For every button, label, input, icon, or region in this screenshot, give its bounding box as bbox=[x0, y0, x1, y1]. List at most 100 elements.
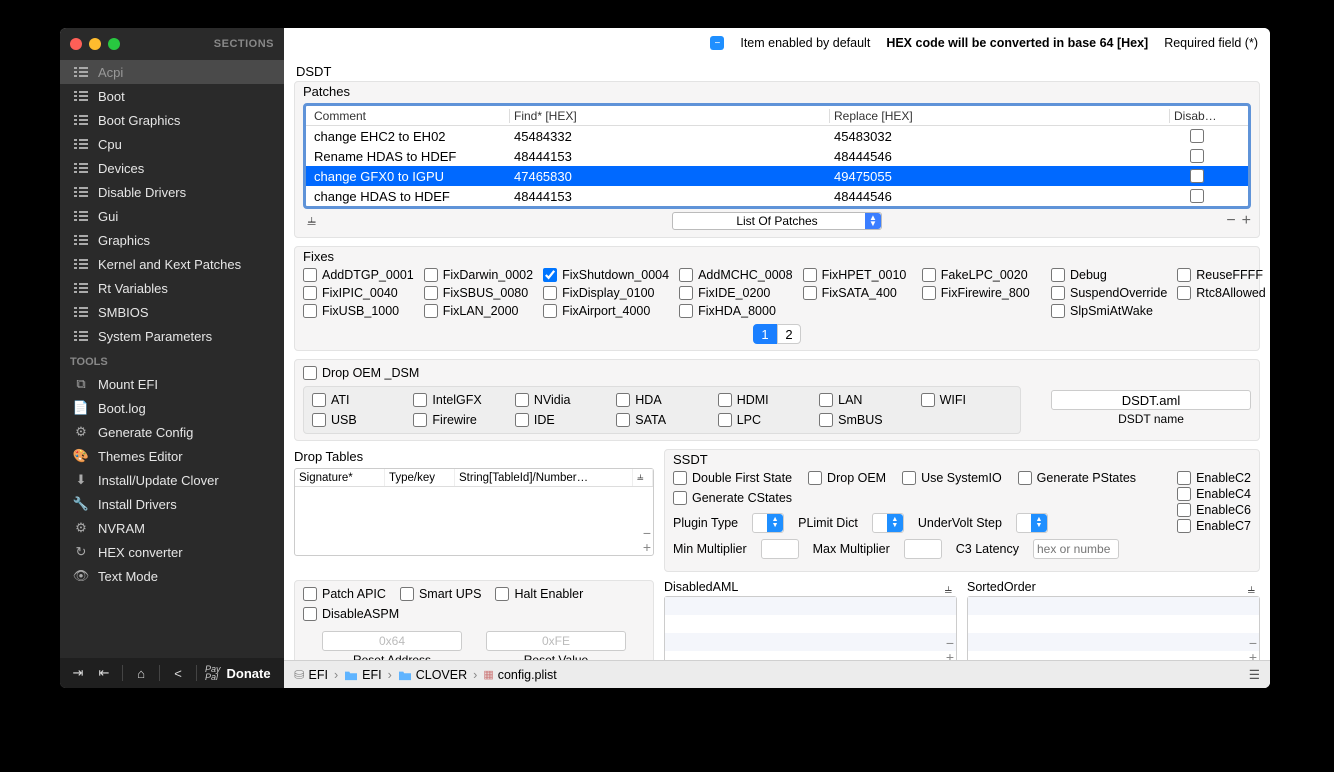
fix-wifi[interactable]: WIFI bbox=[921, 393, 1012, 407]
sidebar-item-kernel-and-kext-patches[interactable]: Kernel and Kext Patches bbox=[60, 252, 284, 276]
dt-remove-button[interactable]: − bbox=[643, 525, 651, 539]
dt-col-sig[interactable]: Signature* bbox=[295, 469, 385, 486]
fix-fixdisplay-0100[interactable]: FixDisplay_0100 bbox=[543, 286, 669, 300]
patch-row[interactable]: change HDAS to HDEF4844415348444546 bbox=[306, 186, 1248, 206]
fix-fakelpc-0020[interactable]: FakeLPC_0020 bbox=[922, 268, 1031, 282]
breadcrumb-file[interactable]: ▦ config.plist bbox=[483, 668, 556, 682]
fix-drop-oem[interactable]: Drop OEM bbox=[808, 471, 886, 485]
fix-fixusb-1000[interactable]: FixUSB_1000 bbox=[303, 304, 414, 318]
dt-col-str[interactable]: String[TableId]/Number… bbox=[455, 469, 633, 486]
patch-row[interactable]: Rename HDAS to HDEF4844415348444546 bbox=[306, 146, 1248, 166]
fix-fixshutdown-0004[interactable]: FixShutdown_0004 bbox=[543, 268, 669, 282]
fix-generate-pstates[interactable]: Generate PStates bbox=[1018, 471, 1136, 485]
home-icon[interactable]: ⌂ bbox=[131, 666, 151, 681]
reset-address-input[interactable] bbox=[322, 631, 462, 651]
fix-fixlan-2000[interactable]: FixLAN_2000 bbox=[424, 304, 533, 318]
fix-disableaspm[interactable]: DisableASPM bbox=[303, 607, 399, 621]
undervolt-select[interactable]: ▲▼ bbox=[1016, 513, 1048, 533]
sidebar-item-disable-drivers[interactable]: Disable Drivers bbox=[60, 180, 284, 204]
fix-fixipic-0040[interactable]: FixIPIC_0040 bbox=[303, 286, 414, 300]
share-icon[interactable]: < bbox=[168, 666, 188, 681]
sidebar-item-gui[interactable]: Gui bbox=[60, 204, 284, 228]
fix-ide[interactable]: IDE bbox=[515, 413, 606, 427]
fix-fixsbus-0080[interactable]: FixSBUS_0080 bbox=[424, 286, 533, 300]
col-replace[interactable]: Replace [HEX] bbox=[830, 109, 1170, 123]
sidebar-item-graphics[interactable]: Graphics bbox=[60, 228, 284, 252]
tool-item-nvram[interactable]: ⚙NVRAM bbox=[60, 516, 284, 540]
fix-smbus[interactable]: SmBUS bbox=[819, 413, 910, 427]
fix-halt-enabler[interactable]: Halt Enabler bbox=[495, 587, 583, 601]
fix-fixsata-400[interactable]: FixSATA_400 bbox=[803, 286, 912, 300]
c3-input[interactable] bbox=[1033, 539, 1119, 559]
fix-suspendoverride[interactable]: SuspendOverride bbox=[1051, 286, 1167, 300]
dsdt-name-input[interactable] bbox=[1051, 390, 1251, 410]
tool-item-install-update-clover[interactable]: ⬇Install/Update Clover bbox=[60, 468, 284, 492]
tool-item-install-drivers[interactable]: 🔧Install Drivers bbox=[60, 492, 284, 516]
fix-sata[interactable]: SATA bbox=[616, 413, 707, 427]
breadcrumb-folder-efi[interactable]: EFI bbox=[344, 668, 381, 682]
sidebar-item-acpi[interactable]: Acpi bbox=[60, 60, 284, 84]
add-row-button[interactable]: + bbox=[1242, 212, 1251, 230]
resize-icon[interactable]: ⫨ bbox=[1248, 581, 1255, 597]
fix-ati[interactable]: ATI bbox=[312, 393, 403, 407]
fix-smart-ups[interactable]: Smart UPS bbox=[400, 587, 482, 601]
max-mult-input[interactable] bbox=[904, 539, 942, 559]
list-view-icon[interactable]: ☰ bbox=[1249, 667, 1260, 682]
resize-icon[interactable]: ⫨ bbox=[303, 212, 320, 230]
remove-row-button[interactable]: − bbox=[1226, 212, 1235, 230]
fix-firewire[interactable]: Firewire bbox=[413, 413, 504, 427]
disabled-aml-list[interactable]: ⫨ − + bbox=[664, 596, 957, 660]
daml-remove-button[interactable]: − bbox=[946, 635, 954, 649]
sorted-order-list[interactable]: ⫨ − + bbox=[967, 596, 1260, 660]
fix-lpc[interactable]: LPC bbox=[718, 413, 809, 427]
fix-lan[interactable]: LAN bbox=[819, 393, 910, 407]
plimit-select[interactable]: ▲▼ bbox=[872, 513, 904, 533]
patch-disabled-checkbox[interactable] bbox=[1190, 189, 1204, 203]
tool-item-generate-config[interactable]: ⚙Generate Config bbox=[60, 420, 284, 444]
so-add-button[interactable]: + bbox=[1249, 649, 1257, 660]
patch-disabled-checkbox[interactable] bbox=[1190, 169, 1204, 183]
tool-item-boot-log[interactable]: 📄Boot.log bbox=[60, 396, 284, 420]
fix-fixhpet-0010[interactable]: FixHPET_0010 bbox=[803, 268, 912, 282]
fix-hda[interactable]: HDA bbox=[616, 393, 707, 407]
drop-tables-list[interactable]: Signature* Type/key String[TableId]/Numb… bbox=[294, 468, 654, 556]
donate-button[interactable]: Donate bbox=[227, 666, 271, 681]
sidebar-item-boot-graphics[interactable]: Boot Graphics bbox=[60, 108, 284, 132]
col-comment[interactable]: Comment bbox=[310, 109, 510, 123]
page-1-button[interactable]: 1 bbox=[753, 324, 777, 344]
fix-fixdarwin-0002[interactable]: FixDarwin_0002 bbox=[424, 268, 533, 282]
fix-usb[interactable]: USB bbox=[312, 413, 403, 427]
fix-debug[interactable]: Debug bbox=[1051, 268, 1167, 282]
fix-enablec2[interactable]: EnableC2 bbox=[1177, 471, 1251, 485]
fix-fixide-0200[interactable]: FixIDE_0200 bbox=[679, 286, 793, 300]
patch-row[interactable]: change GFX0 to IGPU4746583049475055 bbox=[306, 166, 1248, 186]
dt-add-button[interactable]: + bbox=[643, 539, 651, 553]
fix-intelgfx[interactable]: IntelGFX bbox=[413, 393, 504, 407]
fix-rtc8allowed[interactable]: Rtc8Allowed bbox=[1177, 286, 1265, 300]
maximize-window-button[interactable] bbox=[108, 38, 120, 50]
import-icon[interactable]: ⇥ bbox=[68, 665, 88, 681]
fix-fixfirewire-800[interactable]: FixFirewire_800 bbox=[922, 286, 1031, 300]
tool-item-text-mode[interactable]: 👁Text Mode bbox=[60, 564, 284, 588]
drop-oem-dsm-checkbox[interactable]: Drop OEM _DSM bbox=[303, 366, 1021, 380]
fix-slpsmiatwake[interactable]: SlpSmiAtWake bbox=[1051, 304, 1167, 318]
list-of-patches-dropdown[interactable]: List Of Patches ▲▼ bbox=[672, 212, 882, 230]
fix-reuseffff[interactable]: ReuseFFFF bbox=[1177, 268, 1265, 282]
plugin-type-select[interactable]: ▲▼ bbox=[752, 513, 784, 533]
min-mult-input[interactable] bbox=[761, 539, 799, 559]
fix-use-systemio[interactable]: Use SystemIO bbox=[902, 471, 1002, 485]
patch-row[interactable]: change EHC2 to EH024548433245483032 bbox=[306, 126, 1248, 146]
reset-value-input[interactable] bbox=[486, 631, 626, 651]
fix-nvidia[interactable]: NVidia bbox=[515, 393, 606, 407]
fix-generate-cstates[interactable]: Generate CStates bbox=[673, 491, 792, 505]
breadcrumb-disk[interactable]: ⛁ EFI bbox=[294, 667, 328, 682]
fix-enablec7[interactable]: EnableC7 bbox=[1177, 519, 1251, 533]
sidebar-item-system-parameters[interactable]: System Parameters bbox=[60, 324, 284, 348]
dt-col-type[interactable]: Type/key bbox=[385, 469, 455, 486]
close-window-button[interactable] bbox=[70, 38, 82, 50]
fix-enablec4[interactable]: EnableC4 bbox=[1177, 487, 1251, 501]
sidebar-item-rt-variables[interactable]: Rt Variables bbox=[60, 276, 284, 300]
fix-fixairport-4000[interactable]: FixAirport_4000 bbox=[543, 304, 669, 318]
fix-hdmi[interactable]: HDMI bbox=[718, 393, 809, 407]
patch-disabled-checkbox[interactable] bbox=[1190, 129, 1204, 143]
